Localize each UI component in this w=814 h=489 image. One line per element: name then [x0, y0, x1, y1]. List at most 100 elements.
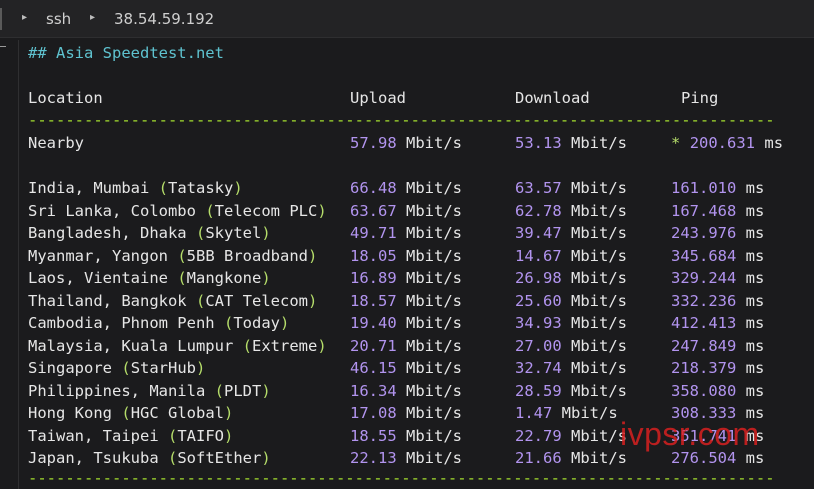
row-isp-close: ) [224, 426, 234, 445]
row-place: Bangladesh, Dhaka [28, 224, 187, 242]
table-row: Laos, Vientaine (Mangkone) 16.89 Mbit/s 26… [28, 267, 814, 289]
row-download: 63.57 Mbit/s [515, 177, 627, 199]
row-upload-value: 18.05 [350, 246, 397, 265]
row-ping-value: 218.379 [671, 359, 737, 377]
row-upload-unit: Mbit/s [406, 291, 463, 310]
row-location: Hong Kong (HGC Global) [28, 402, 233, 424]
row-download-value: 63.57 [515, 179, 562, 197]
row-ping-unit: ms [745, 314, 765, 332]
row-download-unit: Mbit/s [571, 224, 628, 242]
row-upload: 18.05 Mbit/s [350, 245, 462, 267]
row-ping: 412.413 ms [671, 312, 764, 334]
table-row: Malaysia, Kuala Lumpur (Extreme) 20.71 Mb… [28, 335, 814, 357]
row-ping-value: 332.236 [671, 291, 737, 310]
row-isp-open: ( [205, 201, 215, 220]
row-upload-value: 20.71 [350, 336, 397, 355]
row-isp-close: ) [317, 336, 327, 355]
row-place: Malaysia, Kuala Lumpur [28, 336, 234, 355]
row-ping-value: 243.976 [671, 224, 737, 242]
breadcrumb-item-ssh[interactable]: ssh [46, 10, 71, 28]
table-row: India, Mumbai (Tatasky) 66.48 Mbit/s 63.57… [28, 177, 814, 199]
row-upload-value: 22.13 [350, 449, 397, 467]
row-download-unit: Mbit/s [571, 291, 628, 310]
row-isp: TAIFO [177, 426, 225, 445]
row-download-value: 22.79 [515, 426, 562, 445]
header-location: Location [28, 89, 103, 107]
nearby-download: 53.13 Mbit/s [515, 132, 627, 154]
nearby-ping: * 200.631 ms [671, 132, 783, 154]
row-download-value: 34.93 [515, 314, 562, 332]
row-download: 1.47 Mbit/s [515, 402, 618, 424]
row-place: Myanmar, Yangon [28, 246, 168, 265]
row-download: 21.66 Mbit/s [515, 447, 627, 469]
row-ping-value: 345.684 [671, 246, 737, 265]
row-ping-unit: ms [745, 224, 765, 242]
nearby-upload-value: 57.98 [350, 134, 397, 152]
row-location: Philippines, Manila (PLDT) [28, 380, 271, 402]
row-upload: 20.71 Mbit/s [350, 335, 462, 357]
row-isp-close: ) [308, 246, 318, 265]
row-isp-close: ) [317, 201, 327, 220]
row-upload: 66.48 Mbit/s [350, 177, 462, 199]
row-isp-open: ( [195, 291, 206, 310]
breadcrumb-item-host[interactable]: 38.54.59.192 [114, 10, 214, 28]
row-place: India, Mumbai [28, 179, 150, 197]
row-download-unit: Mbit/s [571, 426, 628, 445]
row-location: Sri Lanka, Colombo (Telecom PLC) [28, 200, 327, 222]
row-download: 26.98 Mbit/s [515, 267, 627, 289]
row-isp: Mangkone [186, 269, 262, 287]
bar-edge [0, 8, 2, 30]
row-download-unit: Mbit/s [571, 336, 628, 355]
row-isp: Skytel [205, 224, 262, 242]
row-isp: StarHub [130, 359, 197, 377]
row-upload: 18.55 Mbit/s [350, 425, 462, 447]
row-isp-open: ( [121, 359, 131, 377]
row-ping-value: 161.010 [671, 179, 737, 197]
row-upload-unit: Mbit/s [406, 426, 463, 445]
row-place: Hong Kong [28, 404, 112, 422]
row-isp: PLDT [224, 381, 262, 400]
row-isp: 5BB Broadband [186, 246, 308, 265]
table-row: Philippines, Manila (PLDT) 16.34 Mbit/s 28… [28, 380, 814, 402]
row-download: 27.00 Mbit/s [515, 335, 627, 357]
row-ping-unit: ms [745, 359, 765, 377]
row-upload-value: 16.34 [350, 381, 397, 400]
row-isp-open: ( [214, 381, 224, 400]
nearby-row: Nearby 57.98 Mbit/s 53.13 Mbit/s * 200.6… [28, 132, 814, 154]
row-download-value: 32.74 [515, 359, 562, 377]
row-place: Thailand, Bangkok [28, 291, 187, 310]
row-isp: CAT Telecom [205, 291, 308, 310]
row-download-value: 39.47 [515, 224, 562, 242]
nearby-download-value: 53.13 [515, 134, 562, 152]
header-download: Download [515, 89, 590, 107]
row-upload-value: 63.67 [350, 201, 397, 220]
row-location: Bangladesh, Dhaka (Skytel) [28, 222, 271, 244]
row-isp-close: ) [261, 224, 271, 242]
nearby-upload: 57.98 Mbit/s [350, 132, 462, 154]
row-download-value: 14.67 [515, 246, 562, 265]
row-upload-value: 49.71 [350, 224, 397, 242]
row-isp-close: ) [307, 291, 318, 310]
row-upload-value: 66.48 [350, 179, 397, 197]
row-isp-open: ( [121, 404, 131, 422]
row-download-value: 28.59 [515, 381, 562, 400]
row-ping: 332.236 ms [671, 290, 764, 312]
watermark: ivpsr.com [620, 416, 760, 452]
nearby-ping-value: 200.631 [689, 134, 756, 152]
row-download: 22.79 Mbit/s [515, 425, 627, 447]
row-place: Philippines, Manila [28, 381, 206, 400]
separator-line: ----------------------------------------… [28, 111, 775, 129]
row-ping-unit: ms [745, 179, 765, 197]
row-upload-unit: Mbit/s [406, 314, 463, 332]
nearby-upload-unit: Mbit/s [406, 134, 463, 152]
row-ping: 358.080 ms [671, 380, 764, 402]
nearby-ping-unit: ms [764, 134, 784, 152]
row-isp-close: ) [224, 404, 234, 422]
row-isp-open: ( [168, 426, 178, 445]
row-download-unit: Mbit/s [561, 404, 618, 422]
row-isp: HGC Global [130, 404, 225, 422]
row-isp-open: ( [168, 449, 178, 467]
table-row: Cambodia, Phnom Penh (Today) 19.40 Mbit/s… [28, 312, 814, 334]
row-location: Singapore (StarHub) [28, 357, 205, 379]
row-location: Taiwan, Taipei (TAIFO) [28, 425, 233, 447]
